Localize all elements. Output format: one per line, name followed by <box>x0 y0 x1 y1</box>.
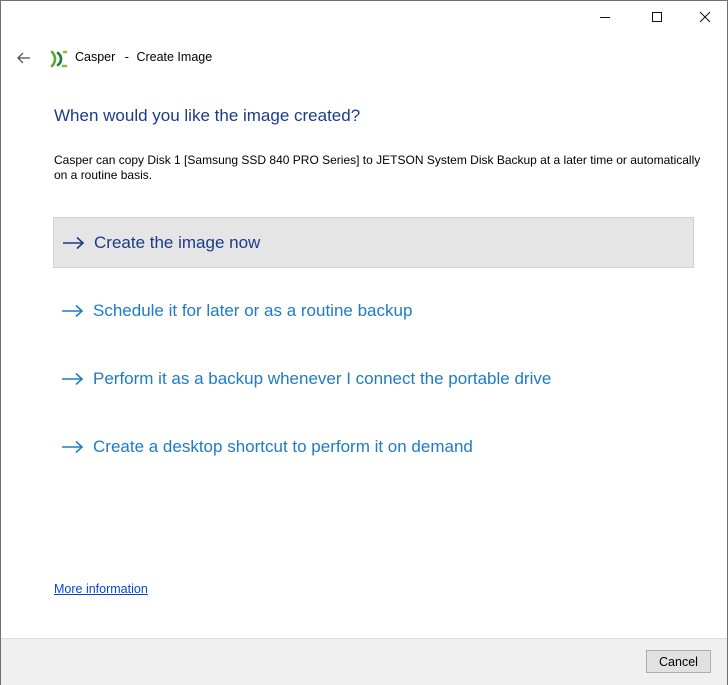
footer-bar <box>1 638 727 685</box>
window-title: Casper - Create Image <box>75 50 212 64</box>
option-desktop-shortcut[interactable]: Create a desktop shortcut to perform it … <box>53 421 694 472</box>
arrow-right-icon <box>63 236 85 249</box>
page-name: Create Image <box>136 50 213 64</box>
page-description: Casper can copy Disk 1 [Samsung SSD 840 … <box>54 153 701 182</box>
option-label: Create the image now <box>94 232 261 252</box>
arrow-right-icon <box>62 372 84 385</box>
maximize-button[interactable] <box>634 0 680 34</box>
maximize-icon <box>652 12 662 22</box>
arrow-right-icon <box>62 304 84 317</box>
title-separator: - <box>124 50 129 64</box>
casper-logo-icon <box>50 50 68 68</box>
close-button[interactable] <box>682 0 728 34</box>
close-icon <box>699 11 711 23</box>
option-label: Create a desktop shortcut to perform it … <box>93 436 473 456</box>
minimize-button[interactable] <box>582 0 628 34</box>
page-heading: When would you like the image created? <box>54 106 361 125</box>
back-arrow-icon[interactable] <box>14 48 34 68</box>
option-schedule[interactable]: Schedule it for later or as a routine ba… <box>53 285 694 336</box>
cancel-button[interactable]: Cancel <box>646 650 711 673</box>
more-information-link[interactable]: More information <box>54 582 148 596</box>
arrow-right-icon <box>62 440 84 453</box>
minimize-icon <box>600 17 610 18</box>
option-create-now[interactable]: Create the image now <box>53 217 694 268</box>
option-label: Schedule it for later or as a routine ba… <box>93 300 413 320</box>
option-label: Perform it as a backup whenever I connec… <box>93 368 552 388</box>
option-backup-on-connect[interactable]: Perform it as a backup whenever I connec… <box>53 353 694 404</box>
app-name: Casper <box>75 50 116 64</box>
